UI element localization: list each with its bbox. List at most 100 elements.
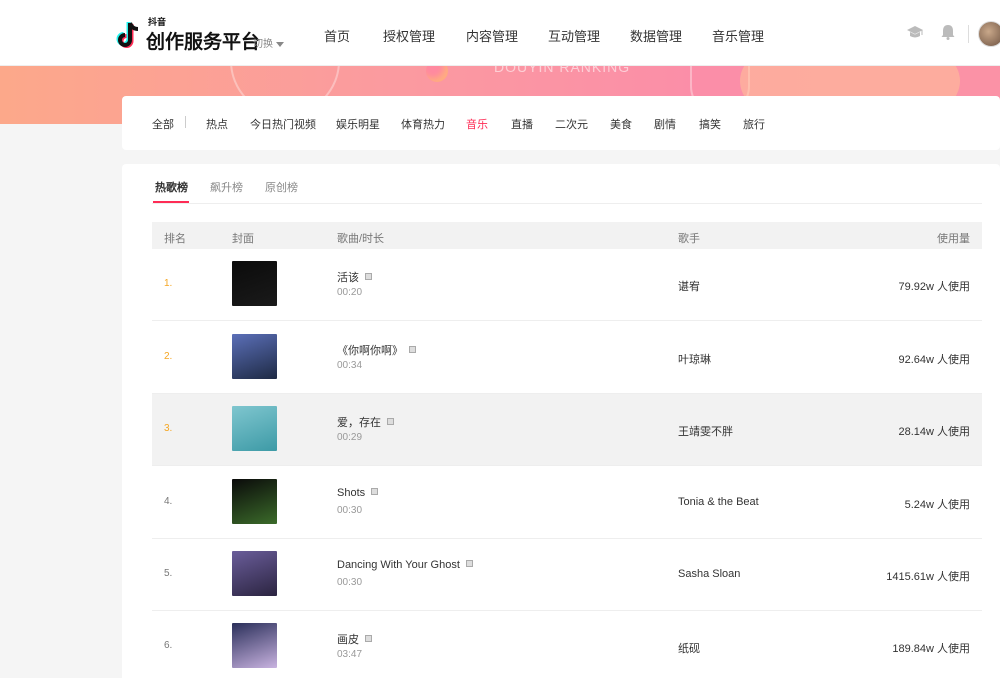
song-title[interactable]: Dancing With Your Ghost [337,559,473,571]
banner-decoration [426,66,448,82]
category-live[interactable]: 直播 [511,116,533,132]
music-note-icon [409,346,416,353]
bell-icon[interactable] [941,24,955,45]
category-today-hot-videos[interactable]: 今日热门视频 [250,116,316,132]
tab-rising[interactable]: 飙升榜 [210,179,243,195]
brand-logo[interactable]: 抖音 创作服务平台 [116,17,261,54]
cover-image[interactable] [232,623,277,668]
graduation-cap-icon[interactable] [906,24,924,45]
category-drama[interactable]: 剧情 [654,116,676,132]
song-title-text: 画皮 [337,634,359,646]
tab-hot-songs[interactable]: 热歌榜 [155,179,188,195]
divider [968,25,969,43]
rank-number: 2. [164,351,173,362]
category-anime[interactable]: 二次元 [555,116,588,132]
rank-number: 1. [164,278,173,289]
banner-title: DOUYIN RANKING [494,66,631,75]
cover-image[interactable] [232,261,277,306]
artist-name: Sasha Sloan [678,568,741,580]
cover-image[interactable] [232,406,277,451]
music-note-icon [365,635,372,642]
song-title[interactable]: 爱，存在 [337,414,394,430]
music-note-icon [387,418,394,425]
music-note-icon [465,560,473,567]
song-title-text: Shots [337,487,366,499]
music-note-icon [365,273,372,280]
brand-small-text: 抖音 [148,17,167,27]
rank-number: 6. [164,640,173,651]
table-row[interactable]: 3. 爱，存在 00:29 王靖雯不胖 28.14w 人使用 [152,394,982,466]
category-funny[interactable]: 搞笑 [699,116,721,132]
song-title-text: 活该 [337,272,359,284]
category-entertainment[interactable]: 娱乐明星 [336,116,380,132]
active-tab-indicator [153,201,189,203]
tab-original[interactable]: 原创榜 [265,179,298,195]
song-duration: 00:20 [337,287,363,298]
header-rank: 排名 [164,233,186,245]
usage-count: 79.92w 人使用 [898,281,970,293]
artist-name: 谌宥 [678,281,700,293]
category-travel[interactable]: 旅行 [743,116,765,132]
artist-name: 叶琼琳 [678,354,711,366]
song-title[interactable]: Shots [337,487,379,499]
artist-name: 纸砚 [678,643,700,655]
song-title-text: 爱，存在 [337,417,381,429]
song-duration: 00:29 [337,432,363,443]
usage-count: 1415.61w 人使用 [886,571,970,583]
song-title[interactable]: 《你啊你啊》 [337,342,416,358]
usage-count: 92.64w 人使用 [898,354,970,366]
nav-content[interactable]: 内容管理 [466,26,518,45]
top-navbar: 抖音 创作服务平台 切换 首页 授权管理 内容管理 互动管理 数据管理 音乐管理 [0,0,1000,66]
brand-name: 创作服务平台 [146,32,261,53]
song-title-text: Dancing With Your Ghost [337,559,460,571]
user-avatar[interactable] [978,21,1000,47]
table-row[interactable]: 1. 活该 00:20 谌宥 79.92w 人使用 [152,249,982,321]
rank-number: 5. [164,568,173,579]
nav-data[interactable]: 数据管理 [630,26,682,45]
music-note-icon [371,488,379,495]
usage-count: 5.24w 人使用 [904,499,970,511]
table-row[interactable]: 5. Dancing With Your Ghost 00:30 Sasha S… [152,539,982,611]
nav-home[interactable]: 首页 [324,26,350,45]
header-usage: 使用量 [937,233,970,245]
ranking-card: 热歌榜 飙升榜 原创榜 排名 封面 歌曲/时长 歌手 使用量 1. 活该 00:… [122,164,1000,678]
table-row[interactable]: 6. 画皮 03:47 纸砚 189.84w 人使用 [152,611,982,678]
song-title-text: 《你啊你啊》 [337,345,403,357]
song-title[interactable]: 活该 [337,269,372,285]
cover-image[interactable] [232,334,277,379]
header-cover: 封面 [232,233,254,245]
category-all[interactable]: 全部 [152,116,174,132]
rank-number: 3. [164,423,173,434]
header-artist: 歌手 [678,233,700,245]
switch-label: 切换 [253,39,273,50]
table-header: 排名 封面 歌曲/时长 歌手 使用量 [152,222,982,249]
artist-name: Tonia & the Beat [678,496,759,508]
artist-name: 王靖雯不胖 [678,426,733,438]
usage-count: 28.14w 人使用 [898,426,970,438]
category-food[interactable]: 美食 [610,116,632,132]
rank-number: 4. [164,496,173,507]
douyin-logo-icon [116,21,142,51]
song-duration: 00:30 [337,577,363,588]
category-divider [185,116,186,128]
table-row[interactable]: 4. Shots 00:30 Tonia & the Beat 5.24w 人使… [152,467,982,539]
cover-image[interactable] [232,479,277,524]
nav-interaction[interactable]: 互动管理 [548,26,600,45]
chevron-down-icon [276,41,284,47]
header-song: 歌曲/时长 [337,233,385,245]
switch-account-dropdown[interactable]: 切换 [253,35,284,50]
usage-count: 189.84w 人使用 [892,643,970,655]
category-music[interactable]: 音乐 [466,116,488,132]
song-duration: 00:30 [337,505,363,516]
tabs-divider [152,203,982,204]
song-duration: 03:47 [337,649,363,660]
song-duration: 00:34 [337,360,363,371]
table-row[interactable]: 2. 《你啊你啊》 00:34 叶琼琳 92.64w 人使用 [152,322,982,394]
nav-music[interactable]: 音乐管理 [712,26,764,45]
category-sports[interactable]: 体育热力 [401,116,445,132]
nav-authorization[interactable]: 授权管理 [383,26,435,45]
cover-image[interactable] [232,551,277,596]
category-hot[interactable]: 热点 [206,116,228,132]
song-title[interactable]: 画皮 [337,631,372,647]
category-tabs: 全部 热点 今日热门视频 娱乐明星 体育热力 音乐 直播 二次元 美食 剧情 搞… [122,96,1000,150]
